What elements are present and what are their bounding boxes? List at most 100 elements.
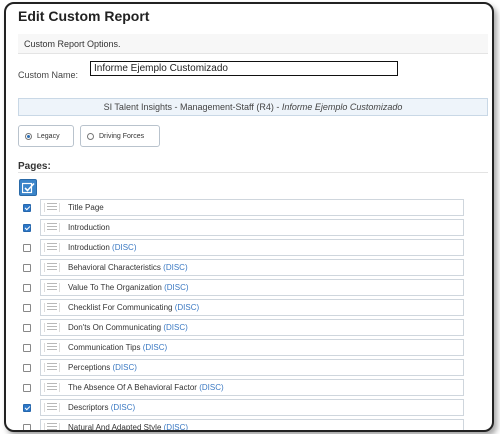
page-item-suffix: (DISC) (174, 303, 200, 312)
page-item[interactable]: Introduction (40, 219, 464, 236)
page-item-title: Natural And Adapted Style (68, 423, 162, 432)
page-checkbox[interactable] (23, 404, 31, 412)
page-item-title: Communication Tips (68, 343, 141, 352)
report-custom-name: Informe Ejemplo Customizado (281, 102, 403, 112)
page-checkbox[interactable] (23, 364, 31, 372)
pages-divider (18, 172, 488, 173)
drag-handle-icon[interactable] (44, 403, 60, 412)
driving-forces-radio[interactable] (87, 132, 94, 140)
page-item-label: Checklist For Communicating (DISC) (68, 300, 199, 315)
page-item-suffix: (DISC) (112, 363, 137, 372)
page-item-title: Perceptions (68, 363, 111, 372)
legacy-radio[interactable] (25, 132, 32, 140)
page-checkbox[interactable] (23, 264, 31, 272)
page-item-title: The Absence Of A Behavioral Factor (68, 383, 197, 392)
page-item[interactable]: Value To The Organization (DISC) (40, 279, 464, 296)
page-item[interactable]: Natural And Adapted Style (DISC) (40, 419, 464, 432)
page-item-suffix: (DISC) (112, 243, 137, 252)
page-row[interactable]: Title Page (18, 199, 466, 217)
options-header-label: Custom Report Options. (24, 39, 121, 49)
select-all-checkbox-icon[interactable] (19, 179, 37, 196)
custom-name-label: Custom Name: (18, 70, 79, 80)
report-title-banner: SI Talent Insights - Management-Staff (R… (18, 98, 488, 116)
page-row[interactable]: Introduction (18, 219, 466, 237)
legacy-label: Legacy (37, 132, 60, 140)
page-item-label: Don'ts On Communicating (DISC) (68, 320, 188, 335)
driving-forces-label: Driving Forces (99, 132, 145, 140)
drag-handle-icon[interactable] (44, 383, 60, 392)
page-checkbox[interactable] (23, 324, 31, 332)
page-item[interactable]: Title Page (40, 199, 464, 216)
page-item-label: Descriptors (DISC) (68, 400, 135, 415)
page-checkbox[interactable] (23, 384, 31, 392)
page-checkbox[interactable] (23, 284, 31, 292)
page-row[interactable]: Communication Tips (DISC) (18, 339, 466, 357)
drag-handle-icon[interactable] (44, 263, 60, 272)
page-item-title: Checklist For Communicating (68, 303, 173, 312)
drag-handle-icon[interactable] (44, 283, 60, 292)
page-row[interactable]: Perceptions (DISC) (18, 359, 466, 377)
page-item-suffix: (DISC) (142, 343, 168, 352)
custom-name-input[interactable]: Informe Ejemplo Customizado (90, 61, 398, 76)
page-item-label: Behavioral Characteristics (DISC) (68, 260, 188, 275)
driving-forces-option[interactable]: Driving Forces (80, 125, 160, 147)
page-checkbox[interactable] (23, 204, 31, 212)
drag-handle-icon[interactable] (44, 423, 60, 430)
page-item-label: Value To The Organization (DISC) (68, 280, 189, 295)
drag-handle-icon[interactable] (44, 323, 60, 332)
page-item-label: Natural And Adapted Style (DISC) (68, 420, 189, 432)
drag-handle-icon[interactable] (44, 303, 60, 312)
page-item[interactable]: Behavioral Characteristics (DISC) (40, 259, 464, 276)
page-item-suffix: (DISC) (110, 403, 136, 412)
drag-handle-icon[interactable] (44, 223, 60, 232)
pages-label: Pages: (18, 161, 51, 172)
page-title: Edit Custom Report (18, 8, 150, 24)
page-item-label: Perceptions (DISC) (68, 360, 137, 375)
page-item[interactable]: Descriptors (DISC) (40, 399, 464, 416)
page-item-label: Introduction (DISC) (68, 240, 137, 255)
page-item-title: Introduction (68, 223, 110, 232)
page-item[interactable]: Communication Tips (DISC) (40, 339, 464, 356)
page-row[interactable]: Value To The Organization (DISC) (18, 279, 466, 297)
page-item-label: Communication Tips (DISC) (68, 340, 167, 355)
page-checkbox[interactable] (23, 304, 31, 312)
page-item[interactable]: Perceptions (DISC) (40, 359, 464, 376)
page-row[interactable]: Introduction (DISC) (18, 239, 466, 257)
page-row[interactable]: The Absence Of A Behavioral Factor (DISC… (18, 379, 466, 397)
page-row[interactable]: Checklist For Communicating (DISC) (18, 299, 466, 317)
drag-handle-icon[interactable] (44, 243, 60, 252)
page-item-title: Title Page (68, 203, 104, 212)
legacy-option[interactable]: Legacy (18, 125, 74, 147)
page-item-title: Descriptors (68, 403, 109, 412)
page-row[interactable]: Don'ts On Communicating (DISC) (18, 319, 466, 337)
page-checkbox[interactable] (23, 424, 31, 430)
page-checkbox[interactable] (23, 244, 31, 252)
page-item[interactable]: Introduction (DISC) (40, 239, 464, 256)
page-item[interactable]: Checklist For Communicating (DISC) (40, 299, 464, 316)
options-header: Custom Report Options. (18, 34, 488, 54)
page-row[interactable]: Descriptors (DISC) (18, 399, 466, 417)
page-item-label: Title Page (68, 200, 104, 215)
page-checkbox[interactable] (23, 224, 31, 232)
report-base-name: SI Talent Insights - Management-Staff (R… (103, 102, 282, 112)
page-row[interactable]: Natural And Adapted Style (DISC) (18, 419, 466, 432)
page-item-title: Don'ts On Communicating (68, 323, 162, 332)
page-item-title: Behavioral Characteristics (68, 263, 161, 272)
page-item-suffix: (DISC) (163, 323, 188, 332)
page-item-title: Value To The Organization (68, 283, 162, 292)
page-item[interactable]: The Absence Of A Behavioral Factor (DISC… (40, 379, 464, 396)
page-item-suffix: (DISC) (164, 283, 189, 292)
page-item-label: The Absence Of A Behavioral Factor (DISC… (68, 380, 224, 395)
drag-handle-icon[interactable] (44, 203, 60, 212)
page-item-suffix: (DISC) (163, 423, 189, 432)
page-item[interactable]: Don'ts On Communicating (DISC) (40, 319, 464, 336)
page-row[interactable]: Behavioral Characteristics (DISC) (18, 259, 466, 277)
page-item-label: Introduction (68, 220, 110, 235)
page-item-suffix: (DISC) (199, 383, 224, 392)
page-item-title: Introduction (68, 243, 110, 252)
drag-handle-icon[interactable] (44, 363, 60, 372)
page-checkbox[interactable] (23, 344, 31, 352)
drag-handle-icon[interactable] (44, 343, 60, 352)
edit-custom-report-window: Edit Custom Report Custom Report Options… (4, 2, 494, 432)
page-item-suffix: (DISC) (163, 263, 188, 272)
